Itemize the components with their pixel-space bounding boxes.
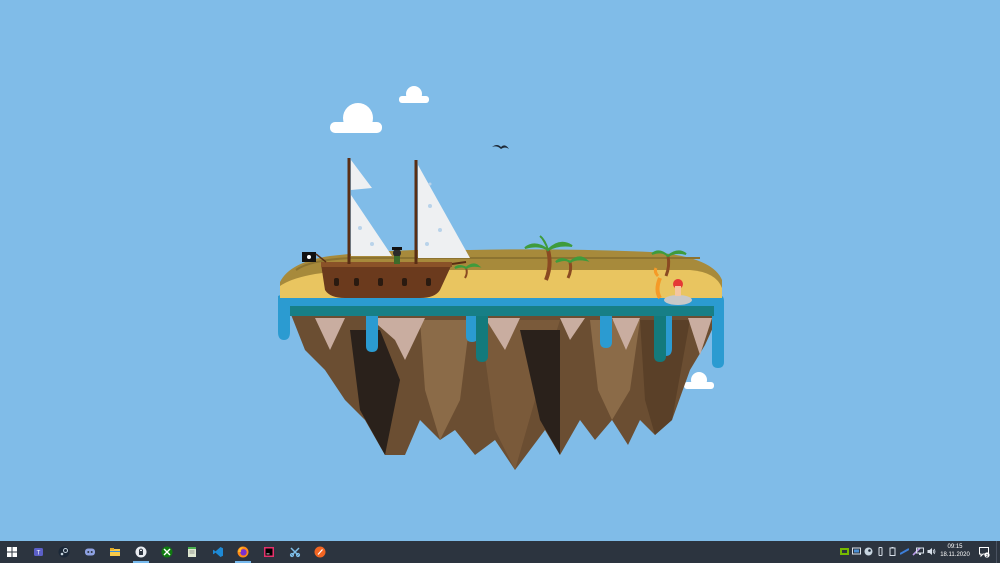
ccleaner-icon	[314, 546, 326, 558]
xbox-tray-icon[interactable]	[900, 547, 909, 556]
svg-text:T: T	[37, 551, 41, 557]
taskbar-app-vs-code[interactable]	[206, 541, 230, 563]
desktop	[0, 0, 1000, 541]
firefox-icon	[237, 546, 249, 558]
teams-icon: T	[34, 548, 43, 557]
taskbar-app-snipping-tool[interactable]	[283, 541, 307, 563]
taskbar-app-ccleaner[interactable]	[308, 541, 332, 563]
display-icon[interactable]	[852, 547, 861, 556]
steam-tray-icon[interactable]	[864, 547, 873, 556]
start-button[interactable]	[0, 541, 24, 563]
taskbar-app-intellij[interactable]	[257, 541, 281, 563]
vpn-icon	[135, 546, 147, 558]
volume-icon[interactable]	[927, 547, 936, 556]
discord-icon	[85, 548, 95, 556]
steam-icon	[58, 546, 70, 558]
taskbar-app-notepad[interactable]	[180, 541, 204, 563]
battery-icon[interactable]	[888, 547, 897, 556]
vscode-icon	[213, 547, 223, 557]
clock-date: 18.11.2020	[940, 552, 970, 558]
taskbar-app-steam[interactable]	[52, 541, 76, 563]
taskbar-clock[interactable]: 09:15 18.11.2020	[937, 543, 973, 561]
nvidia-icon[interactable]	[840, 547, 849, 556]
notepad-icon	[188, 547, 196, 557]
intellij-icon	[264, 547, 274, 557]
taskbar: T 09:15 18.11.2020 2	[0, 541, 1000, 563]
action-center-button[interactable]: 2	[976, 541, 992, 563]
taskbar-app-discord[interactable]	[78, 541, 102, 563]
clock-time: 09:15	[947, 544, 963, 550]
taskbar-app-file-explorer[interactable]	[103, 541, 127, 563]
folder-icon	[110, 548, 120, 556]
show-desktop-button[interactable]	[996, 541, 1000, 563]
snipping-icon	[289, 547, 301, 558]
taskbar-app-proton-vpn[interactable]	[129, 541, 153, 563]
network-icon[interactable]	[916, 547, 925, 556]
xbox-icon	[161, 546, 173, 558]
taskbar-app-teams[interactable]: T	[27, 541, 51, 563]
usb-icon[interactable]	[876, 547, 885, 556]
windows-logo-icon	[7, 547, 17, 557]
taskbar-app-xbox[interactable]	[155, 541, 179, 563]
notification-icon: 2	[979, 547, 990, 558]
taskbar-app-firefox[interactable]	[231, 541, 255, 563]
wallpaper-illustration	[0, 0, 1000, 541]
